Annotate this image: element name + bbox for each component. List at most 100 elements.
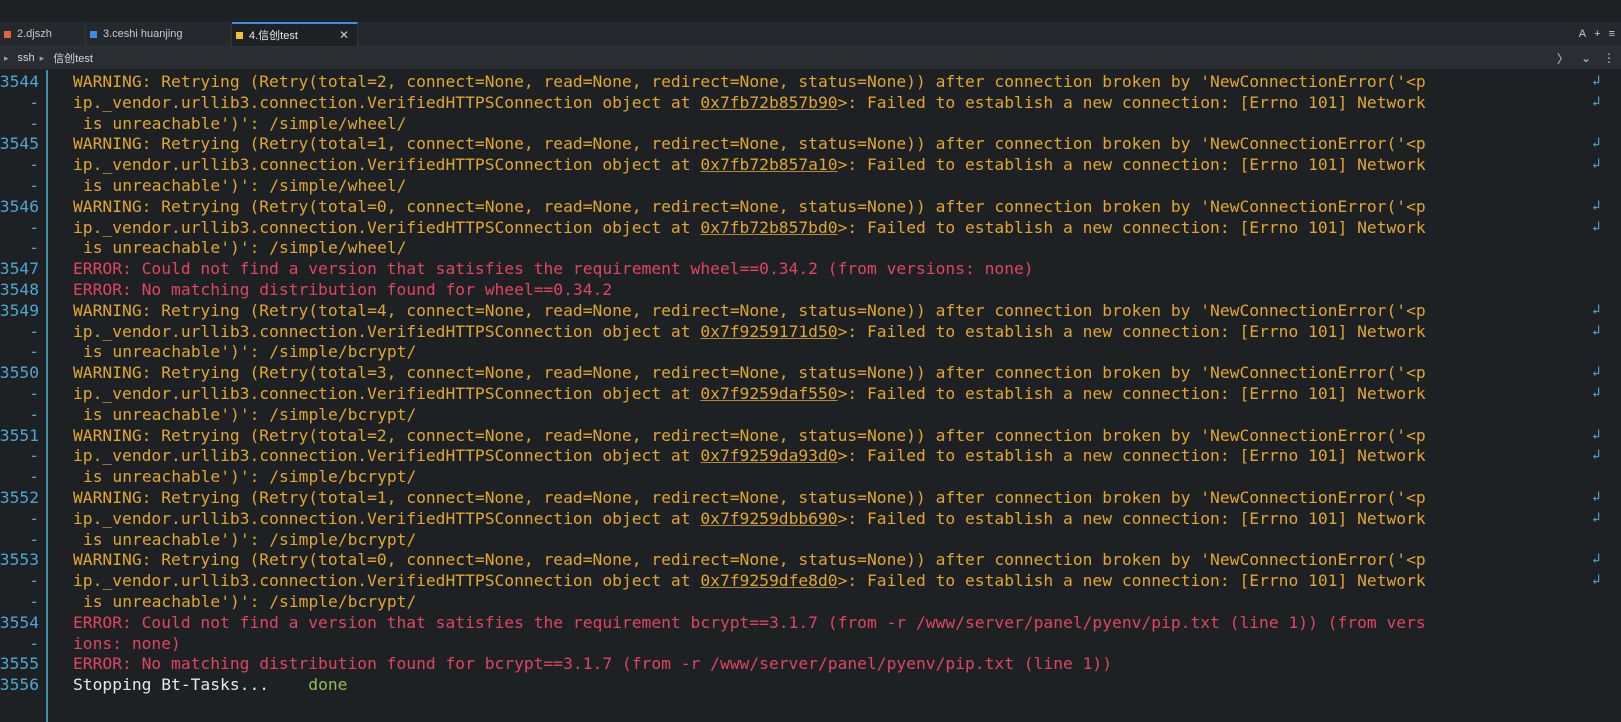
title-bar (0, 0, 1621, 22)
text-segment: WARNING: Retrying (Retry(total=1, connec… (73, 134, 1426, 154)
terminal-line: - is unreachable')': /simple/bcrypt/ (0, 529, 1621, 550)
line-number: 3552 (0, 488, 39, 507)
tab-xinchuang-test[interactable]: 4.信创test ✕ (232, 22, 358, 46)
terminal-output[interactable]: 3544 WARNING: Retrying (Retry(total=2, co… (0, 70, 1621, 722)
line-text: ip._vendor.urllib3.connection.VerifiedHT… (73, 445, 1426, 466)
memory-address-link[interactable]: 0x7f9259dfe8d0 (700, 571, 837, 590)
text-segment: ip._vendor.urllib3.connection.VerifiedHT… (73, 217, 701, 237)
text-segment: is unreachable')': /simple/bcrypt/ (83, 467, 417, 487)
line-number: 3548 (0, 280, 39, 299)
line-text: ip._vendor.urllib3.connection.VerifiedHT… (73, 570, 1426, 591)
more-options-icon[interactable]: ⋮ (1603, 51, 1615, 65)
line-text: ip._vendor.urllib3.connection.VerifiedHT… (73, 92, 1426, 113)
new-tab-button[interactable]: + (1594, 28, 1600, 40)
terminal-line: - ip._vendor.urllib3.connection.VerifiedH… (0, 154, 1621, 175)
terminal-line: 3555 ERROR: No matching distribution foun… (0, 653, 1621, 674)
line-wrap-icon: ↲ (1592, 364, 1601, 381)
memory-address-link[interactable]: 0x7fb72b857bd0 (700, 218, 837, 237)
scrollbar[interactable] (1613, 70, 1621, 722)
terminal-line: - is unreachable')': /simple/wheel/ (0, 237, 1621, 258)
line-number: - (29, 342, 39, 362)
text-segment: ip._vendor.urllib3.connection.VerifiedHT… (73, 446, 701, 466)
line-text: is unreachable')': /simple/wheel/ (83, 113, 406, 134)
terminal-line: 3556 Stopping Bt-Tasks... done (0, 674, 1621, 695)
line-text: WARNING: Retrying (Retry(total=1, connec… (73, 133, 1426, 154)
text-segment: is unreachable')': /simple/bcrypt/ (83, 529, 417, 549)
terminal-line: - ip._vendor.urllib3.connection.VerifiedH… (0, 570, 1621, 591)
line-text: ip._vendor.urllib3.connection.VerifiedHT… (73, 508, 1426, 529)
memory-address-link[interactable]: 0x7fb72b857b90 (700, 93, 837, 112)
line-number: - (29, 92, 39, 112)
memory-address-link[interactable]: 0x7f9259daf550 (700, 384, 837, 403)
memory-address-link[interactable]: 0x7fb72b857a10 (700, 155, 837, 174)
close-icon[interactable]: ✕ (339, 28, 349, 42)
line-number: 3551 (0, 425, 39, 445)
terminal-line: - is unreachable')': /simple/bcrypt/ (0, 466, 1621, 487)
font-size-button[interactable]: A (1579, 28, 1586, 40)
breadcrumb: ▸ ssh ▸ 信创test 〉 ⌄ ⋮ (0, 47, 1621, 69)
line-wrap-icon: ↲ (1592, 218, 1601, 235)
line-wrap-icon: ↲ (1592, 73, 1601, 89)
chevron-right-icon: ▸ (4, 52, 9, 63)
tab-djszh[interactable]: 2.djszh (0, 22, 86, 46)
line-text: is unreachable')': /simple/wheel/ (83, 175, 406, 196)
text-segment: done (308, 675, 348, 695)
breadcrumb-item-ssh[interactable]: ssh (18, 52, 35, 64)
text-segment: ions: none) (73, 633, 181, 653)
text-segment: is unreachable')': /simple/wheel/ (83, 238, 407, 258)
text-segment: >: Failed to establish a new connection:… (837, 508, 1426, 528)
terminal-line: 3544 WARNING: Retrying (Retry(total=2, co… (0, 71, 1621, 92)
breadcrumb-item-session[interactable]: 信创test (53, 50, 93, 66)
text-segment: ip._vendor.urllib3.connection.VerifiedHT… (73, 571, 701, 591)
line-wrap-icon: ↲ (1592, 322, 1601, 339)
line-text: ip._vendor.urllib3.connection.VerifiedHT… (73, 217, 1426, 238)
text-segment: ERROR: No matching distribution found fo… (73, 654, 1113, 674)
text-segment: >: Failed to establish a new connection:… (837, 92, 1426, 112)
terminal-line: 3548 ERROR: No matching distribution foun… (0, 279, 1621, 300)
text-segment: ip._vendor.urllib3.connection.VerifiedHT… (73, 92, 701, 112)
memory-address-link[interactable]: 0x7f9259171d50 (700, 322, 837, 341)
tab-ceshi-huanjing[interactable]: 3.ceshi huanjing (86, 22, 232, 46)
text-segment: ip._vendor.urllib3.connection.VerifiedHT… (73, 155, 701, 175)
chevron-down-icon[interactable]: ⌄ (1581, 51, 1591, 65)
line-text: is unreachable')': /simple/bcrypt/ (83, 529, 416, 550)
text-segment: >: Failed to establish a new connection:… (837, 446, 1426, 466)
line-number: 3547 (0, 259, 39, 279)
terminal-line: - is unreachable')': /simple/bcrypt/ (0, 404, 1621, 425)
line-wrap-icon: ↲ (1592, 301, 1601, 318)
line-wrap-icon: ↲ (1592, 572, 1601, 589)
chevron-right-icon[interactable]: 〉 (1557, 50, 1569, 67)
text-segment: is unreachable')': /simple/bcrypt/ (83, 404, 417, 424)
line-number: - (29, 446, 39, 466)
tab-color-icon (4, 30, 11, 38)
line-wrap-icon: ↲ (1592, 197, 1601, 214)
line-wrap-icon: ↲ (1592, 426, 1601, 443)
memory-address-link[interactable]: 0x7f9259dbb690 (700, 509, 837, 528)
line-text: WARNING: Retrying (Retry(total=0, connec… (73, 196, 1426, 217)
terminal-line: 3551 WARNING: Retrying (Retry(total=2, co… (0, 425, 1621, 446)
memory-address-link[interactable]: 0x7f9259da93d0 (700, 446, 837, 465)
text-segment: is unreachable')': /simple/wheel/ (83, 176, 407, 195)
line-text: ip._vendor.urllib3.connection.VerifiedHT… (73, 321, 1426, 342)
line-text: ip._vendor.urllib3.connection.VerifiedHT… (73, 383, 1426, 404)
terminal-line: - is unreachable')': /simple/wheel/ (0, 175, 1621, 196)
line-text: WARNING: Retrying (Retry(total=4, connec… (73, 300, 1426, 321)
terminal-line: - ip._vendor.urllib3.connection.VerifiedH… (0, 92, 1621, 113)
line-text: ERROR: No matching distribution found fo… (73, 653, 1112, 674)
text-segment: WARNING: Retrying (Retry(total=1, connec… (73, 488, 1426, 507)
line-text: WARNING: Retrying (Retry(total=3, connec… (73, 362, 1426, 383)
line-number: - (29, 467, 39, 487)
line-number: - (29, 217, 39, 237)
line-number: 3555 (0, 654, 39, 674)
line-text: is unreachable')': /simple/bcrypt/ (83, 591, 416, 612)
text-segment: WARNING: Retrying (Retry(total=0, connec… (73, 196, 1426, 216)
menu-button[interactable]: ≡ (1609, 28, 1615, 40)
line-wrap-icon: ↲ (1592, 156, 1601, 173)
terminal-line: - ip._vendor.urllib3.connection.VerifiedH… (0, 321, 1621, 342)
line-wrap-icon: ↲ (1592, 509, 1601, 526)
chevron-right-icon: ▸ (39, 52, 45, 63)
text-segment: ip._vendor.urllib3.connection.VerifiedHT… (73, 384, 701, 403)
terminal-line: - ip._vendor.urllib3.connection.VerifiedH… (0, 217, 1621, 238)
text-segment: WARNING: Retrying (Retry(total=0, connec… (73, 550, 1426, 570)
text-segment: is unreachable')': /simple/wheel/ (83, 113, 407, 133)
